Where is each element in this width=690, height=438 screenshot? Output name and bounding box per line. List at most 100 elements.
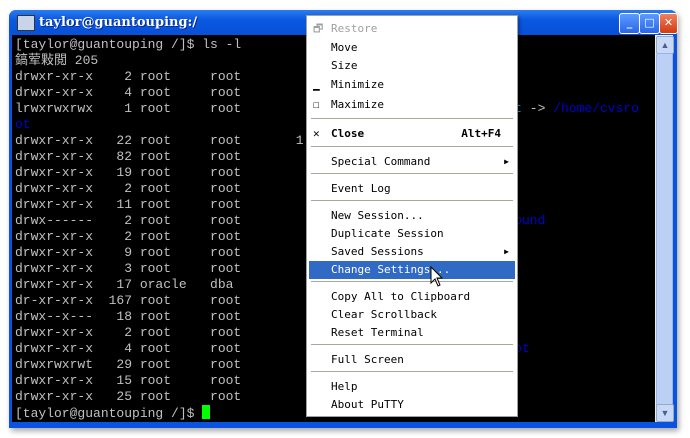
scroll-down-button[interactable]: ▼ [656,404,674,422]
menu-item-maximize[interactable]: ☐ Maximize [309,96,515,114]
menu-item-special-command[interactable]: Special Command ▶ [309,153,515,171]
terminal-fragment: ot [15,117,31,132]
menu-item-label: Restore [331,22,378,35]
vertical-scrollbar[interactable]: ▲ ▼ [655,35,674,422]
menu-item-label: Duplicate Session [331,227,444,240]
terminal-line-text: drwxr-xr-x 2 root root [15,181,242,196]
maximize-icon: ☐ [313,98,320,111]
menu-item-change-settings[interactable]: Change Settings... [309,261,515,279]
terminal-line: drwxr-xr-x 2 root root [15,229,241,245]
terminal-line: drwxr-xr-x 9 root root [15,245,241,261]
terminal-line-text: drwxr-xr-x 17 oracle dba [15,277,234,292]
menu-item-close[interactable]: ✕ Close Alt+F4 [309,125,515,143]
menu-item-label: Clear Scrollback [331,308,437,321]
terminal-line-text: drwxr-xr-x 25 root root [15,389,242,404]
terminal-line: drwxr-xr-x 11 root root [15,197,241,213]
menu-item-minimize[interactable]: ▁ Minimize [309,76,515,94]
minimize-button[interactable]: _ [619,13,640,34]
menu-item-label: Saved Sessions [331,245,424,258]
terminal-line-text: drwxr-xr-x 82 root root [15,149,242,164]
terminal-line: drwxr-xr-x 15 root root [15,373,241,389]
terminal-line-text: drwxr-xr-x 2 root root [15,229,242,244]
menu-item-label: Move [331,41,358,54]
terminal-line-text: drwxr-xr-x 9 root root [15,245,242,260]
terminal-line-text: drwxr-xr-x 4 root root [15,341,242,356]
menu-item-full-screen[interactable]: Full Screen [309,351,515,369]
shortcut-label: Alt+F4 [461,127,501,140]
menu-item-label: Help [331,380,358,393]
menu-item-label: Size [331,59,358,72]
maximize-button[interactable]: □ [639,13,660,34]
terminal-line: drwxr-xr-x 2 root root [15,325,241,341]
menu-item-label: Minimize [331,78,384,91]
terminal-line-text: drwxr-xr-x 2 root root [15,325,242,340]
system-context-menu: 🗗 Restore Move Size ▁ Minimize ☐ Maximize ✕ Close… [306,15,518,417]
close-icon: ✕ [313,127,320,140]
menu-item-copy-all-to-clipboard[interactable]: Copy All to Clipboard [309,288,515,306]
menu-item-label: Reset Terminal [331,326,424,339]
terminal-line: drwxr-xr-x 2 root root [15,69,241,85]
menu-item-help[interactable]: Help [309,378,515,396]
menu-item-restore[interactable]: 🗗 Restore [309,20,515,38]
menu-item-new-session[interactable]: New Session... [309,207,515,225]
terminal-line-text: lrwxrwxrwx 1 root root [15,101,242,116]
close-button[interactable]: ✕ [659,13,678,34]
window-title: taylor@guantouping:/ [39,15,198,30]
menu-item-duplicate-session[interactable]: Duplicate Session [309,225,515,243]
terminal-line: drwxr-xr-x 19 root root [15,165,241,181]
terminal-line: [taylor@guantouping /]$ ls -l [15,37,241,53]
menu-separator [311,281,513,283]
terminal-line: drwxr-xr-x 22 root root [15,133,241,149]
menu-item-label: New Session... [331,209,424,222]
terminal-line-text: drwx--x--- 18 root root [15,309,242,324]
terminal-line-text: [taylor@guantouping /]$ [15,406,203,421]
terminal-line-text: drwxr-xr-x 2 root root [15,69,242,84]
menu-item-size[interactable]: Size [309,57,515,75]
terminal-line-text: drwx------ 2 root root [15,213,242,228]
terminal-line: drwxr-xr-x 4 root root [15,85,241,101]
terminal-line-text: drwxr-xr-x 22 root root [15,133,242,148]
menu-item-label: Full Screen [331,353,404,366]
terminal-line-text: drwxr-xr-x 3 root root [15,261,242,276]
terminal-line: drwxr-xr-x 2 root root [15,181,241,197]
terminal-line-text: drwxrwxrwt 29 root root [15,357,242,372]
terminal-fragment: -> [522,101,554,116]
terminal-line: drwxr-xr-x 25 root root [15,389,241,405]
scroll-up-button[interactable]: ▲ [656,36,674,54]
menu-separator [311,118,513,120]
terminal-line-text: [taylor@guantouping /]$ ls -l [15,37,242,52]
terminal-line: drwxr-xr-x 17 oracle dba [15,277,233,293]
menu-item-move[interactable]: Move [309,39,515,57]
menu-separator [311,146,513,148]
terminal-line: drwxr-xr-x 3 root root [15,261,241,277]
terminal-line: 鎬荤敤閲 205 [15,53,98,69]
menu-item-event-log[interactable]: Event Log [309,180,515,198]
terminal-line-text: drwxr-xr-x 15 root root [15,373,242,388]
menu-item-clear-scrollback[interactable]: Clear Scrollback [309,306,515,324]
terminal-line: drwx------ 2 root root [15,213,241,229]
submenu-arrow-icon: ▶ [504,247,509,256]
menu-item-label: Event Log [331,182,391,195]
putty-app-icon[interactable] [17,15,35,31]
scroll-thumb[interactable] [656,53,673,406]
menu-item-saved-sessions[interactable]: Saved Sessions ▶ [309,243,515,261]
menu-separator [311,344,513,346]
terminal-line-text: drwxr-xr-x 19 root root [15,165,242,180]
menu-separator [311,173,513,175]
terminal-line: drwxr-xr-x 82 root root [15,149,241,165]
menu-item-reset-terminal[interactable]: Reset Terminal [309,324,515,342]
terminal-fragment: 1 [295,133,304,148]
terminal-line: [taylor@guantouping /]$ [15,405,211,421]
restore-icon: 🗗 [313,22,324,35]
menu-separator [311,371,513,373]
menu-item-about-putty[interactable]: About PuTTY [309,396,515,414]
terminal-line: dr-xr-xr-x 167 root root [15,293,241,309]
terminal-fragment: /home/cvsro [553,101,640,116]
submenu-arrow-icon: ▶ [504,157,509,166]
menu-item-label: About PuTTY [331,398,404,411]
menu-item-label: Copy All to Clipboard [331,290,471,303]
minimize-icon: ▁ [313,78,320,91]
terminal-line-text: drwxr-xr-x 11 root root [15,197,242,212]
terminal-line-text: drwxr-xr-x 4 root root [15,85,242,100]
terminal-line: lrwxrwxrwx 1 root root [15,101,241,117]
